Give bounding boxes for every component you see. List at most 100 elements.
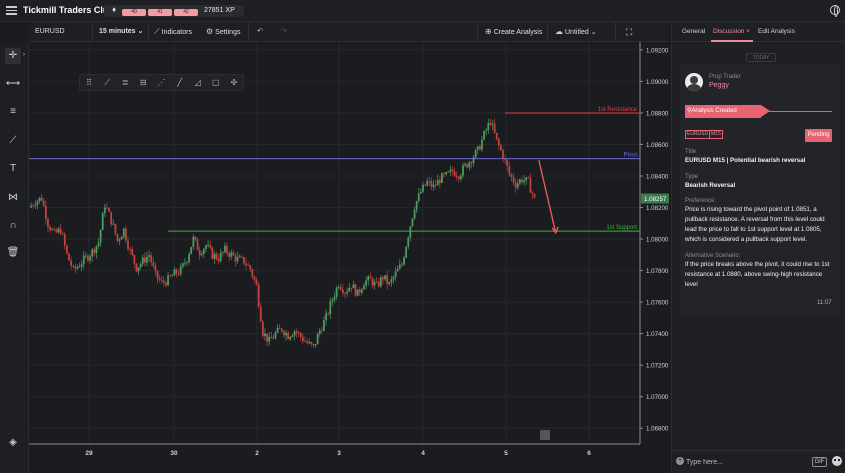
candle-body: [386, 275, 389, 284]
candle-body: [276, 327, 279, 333]
interval-label: 15 minutes: [99, 28, 136, 35]
candle-body: [97, 242, 100, 246]
candle-body: [219, 252, 222, 262]
magnet-icon[interactable]: ∩: [5, 218, 21, 234]
candle-body: [337, 287, 340, 288]
pattern-icon[interactable]: ⋈: [5, 190, 21, 206]
drawing-tools-sidebar: ✛ › ⟷ ≡ ⟋ T ⋈ ∩ 🗑 ◈: [0, 42, 29, 473]
level-label: 1st Resistance: [598, 107, 638, 113]
plus-circle-icon: ⊕: [485, 27, 492, 36]
candle-body: [521, 179, 523, 183]
globe-icon[interactable]: [830, 5, 840, 17]
candle-body: [129, 248, 132, 250]
candle-body: [478, 146, 481, 150]
candle-body: [306, 341, 309, 344]
xp-level: 42: [174, 9, 198, 16]
crosshair-icon[interactable]: ✛: [5, 48, 21, 64]
candle-body: [304, 341, 306, 343]
horizontal-line-icon[interactable]: ⟷: [5, 76, 21, 92]
candle-body: [398, 264, 401, 269]
candle-body: [53, 229, 56, 230]
candle-body: [137, 267, 140, 272]
candle-body: [411, 218, 414, 227]
close-icon[interactable]: ×: [746, 28, 750, 35]
candle-body: [519, 179, 521, 184]
lines-icon[interactable]: ≣: [116, 75, 134, 90]
candle-body: [396, 268, 399, 272]
ray-icon[interactable]: ◿: [189, 75, 207, 90]
alternative-label: Alternative Scenario:: [685, 253, 741, 259]
time-tick-label: 3: [337, 450, 341, 457]
candle-body: [472, 157, 475, 164]
xp-progress: ♦ 40 41 42 27851 XP: [104, 5, 244, 17]
candle-body: [139, 263, 142, 268]
candle-body: [266, 333, 268, 342]
create-analysis-button[interactable]: ⊕ Create Analysis: [485, 22, 542, 42]
candle-body: [354, 284, 357, 296]
divider: [477, 22, 478, 42]
layers-icon[interactable]: ◈: [5, 435, 21, 451]
candle-body: [162, 280, 165, 283]
candle-body: [184, 262, 186, 264]
gem-icon: ♦: [112, 5, 117, 14]
candle-body: [316, 334, 319, 345]
layout-selector[interactable]: ☁ Untitled ⌄: [555, 22, 597, 42]
avatar[interactable]: [685, 73, 703, 91]
candle-body: [447, 171, 450, 173]
author-name[interactable]: Peggy: [709, 82, 729, 89]
candle-body: [114, 223, 117, 234]
emoji-icon[interactable]: [832, 456, 842, 466]
gif-button[interactable]: GIF: [812, 457, 827, 467]
candle-body: [198, 250, 201, 256]
symbol-selector[interactable]: EURUSD: [35, 22, 65, 42]
price-tick-label: 1.07600: [646, 300, 669, 307]
candle-body: [320, 330, 323, 332]
chart-canvas[interactable]: 1.09200 1.09000 1.08800 1.08600 1.08400 1.082…: [29, 42, 670, 462]
add-attachment-icon[interactable]: +: [676, 457, 684, 465]
candle-body: [455, 176, 458, 177]
pitchfork-icon[interactable]: ⋰: [152, 75, 170, 90]
price-chart[interactable]: 1.09200 1.09000 1.08800 1.08600 1.08400 1.082…: [29, 42, 670, 462]
candle-body: [179, 266, 182, 275]
candle-body: [333, 296, 336, 300]
brush-icon[interactable]: ⟋: [98, 75, 116, 90]
candle-body: [506, 159, 509, 167]
trendline-icon[interactable]: ⟋: [5, 133, 21, 149]
candle-body: [401, 264, 403, 266]
settings-button[interactable]: ⚙ Settings: [206, 22, 240, 42]
tab-edit-analysis[interactable]: Edit Analysis: [758, 28, 795, 35]
tab-discussion[interactable]: Discussion ×: [713, 28, 750, 35]
author-role: Prop Trader: [709, 74, 741, 80]
expand-arrow-icon[interactable]: ›: [23, 52, 25, 58]
candle-body: [154, 265, 157, 271]
fib-icon[interactable]: ≡: [5, 104, 21, 120]
text-icon[interactable]: T: [5, 161, 21, 177]
candle-body: [40, 197, 43, 201]
tab-general[interactable]: General: [682, 28, 705, 35]
menu-icon[interactable]: [6, 6, 17, 15]
interval-selector[interactable]: 15 minutes ⌄: [99, 22, 143, 42]
fullscreen-icon[interactable]: ⛶: [626, 22, 632, 42]
divider: [248, 22, 249, 42]
message-input[interactable]: [686, 455, 806, 469]
candle-body: [483, 131, 485, 140]
trendline-icon[interactable]: ╱: [171, 75, 189, 90]
trash-icon[interactable]: 🗑: [5, 245, 21, 261]
drag-handle-icon[interactable]: ⠿: [80, 75, 98, 90]
crosshair-icon[interactable]: ✣: [225, 75, 243, 90]
candle-body: [382, 277, 384, 280]
candle-body: [101, 213, 104, 230]
rectangle-icon[interactable]: ▢: [207, 75, 225, 90]
candle-body: [186, 261, 188, 263]
candle-body: [194, 236, 197, 240]
xp-value: 27851 XP: [204, 7, 235, 14]
redo-icon[interactable]: ↷: [281, 22, 287, 42]
indicators-button[interactable]: ⟋ Indicators: [154, 22, 192, 42]
candle-body: [384, 275, 386, 280]
channel-icon[interactable]: ⊟: [134, 75, 152, 90]
candle-body: [323, 320, 325, 331]
candle-body: [297, 332, 300, 334]
status-line: [769, 111, 832, 112]
undo-icon[interactable]: ↶: [257, 22, 263, 42]
candle-body: [434, 184, 437, 186]
